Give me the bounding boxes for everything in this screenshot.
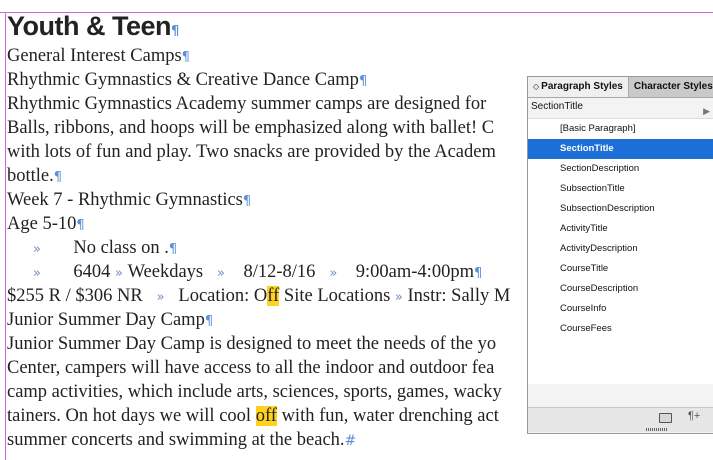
style-item[interactable]: CourseInfo [528, 299, 713, 319]
style-item[interactable]: SubsectionTitle [528, 179, 713, 199]
search-highlight: ff [267, 286, 280, 306]
collapse-arrows-icon: ◇ [533, 82, 540, 91]
tab-character-styles[interactable]: Character Styles [629, 77, 713, 97]
style-item[interactable]: SubsectionDescription [528, 199, 713, 219]
style-item[interactable]: CourseDescription [528, 279, 713, 299]
tab-paragraph-styles[interactable]: ◇ Paragraph Styles [528, 77, 629, 97]
section-title[interactable]: Youth & Teen¶ [7, 8, 713, 44]
end-of-story-marker: # [344, 433, 357, 449]
style-item[interactable]: SectionDescription [528, 159, 713, 179]
style-item[interactable]: ActivityTitle [528, 219, 713, 239]
resize-grip-icon[interactable] [646, 428, 668, 431]
panel-tabs: ◇ Paragraph Styles Character Styles [528, 77, 713, 98]
search-highlight: off [255, 406, 277, 426]
current-style-label: SectionTitle ▶ [528, 98, 713, 119]
text-frame-left-edge [5, 12, 6, 460]
panel-footer: ¶+ [528, 407, 713, 432]
tab-marker: » [33, 266, 41, 281]
new-style-icon[interactable]: ¶+ [688, 410, 700, 422]
style-item[interactable]: CourseFees [528, 319, 713, 339]
style-item[interactable]: [Basic Paragraph] [528, 119, 713, 139]
style-item[interactable]: ActivityDescription [528, 239, 713, 259]
style-item[interactable]: CourseTitle [528, 259, 713, 279]
subsection-title[interactable]: General Interest Camps¶ [7, 44, 713, 68]
style-list[interactable]: [Basic Paragraph] SectionTitle SectionDe… [528, 119, 713, 384]
new-style-from-selection-icon[interactable]: ▶ [703, 102, 710, 120]
tab-marker: » [33, 242, 41, 257]
style-item-selected[interactable]: SectionTitle [528, 139, 713, 159]
folder-icon[interactable] [659, 413, 672, 423]
paragraph-styles-panel[interactable]: ◇ Paragraph Styles Character Styles Secti… [527, 76, 713, 434]
